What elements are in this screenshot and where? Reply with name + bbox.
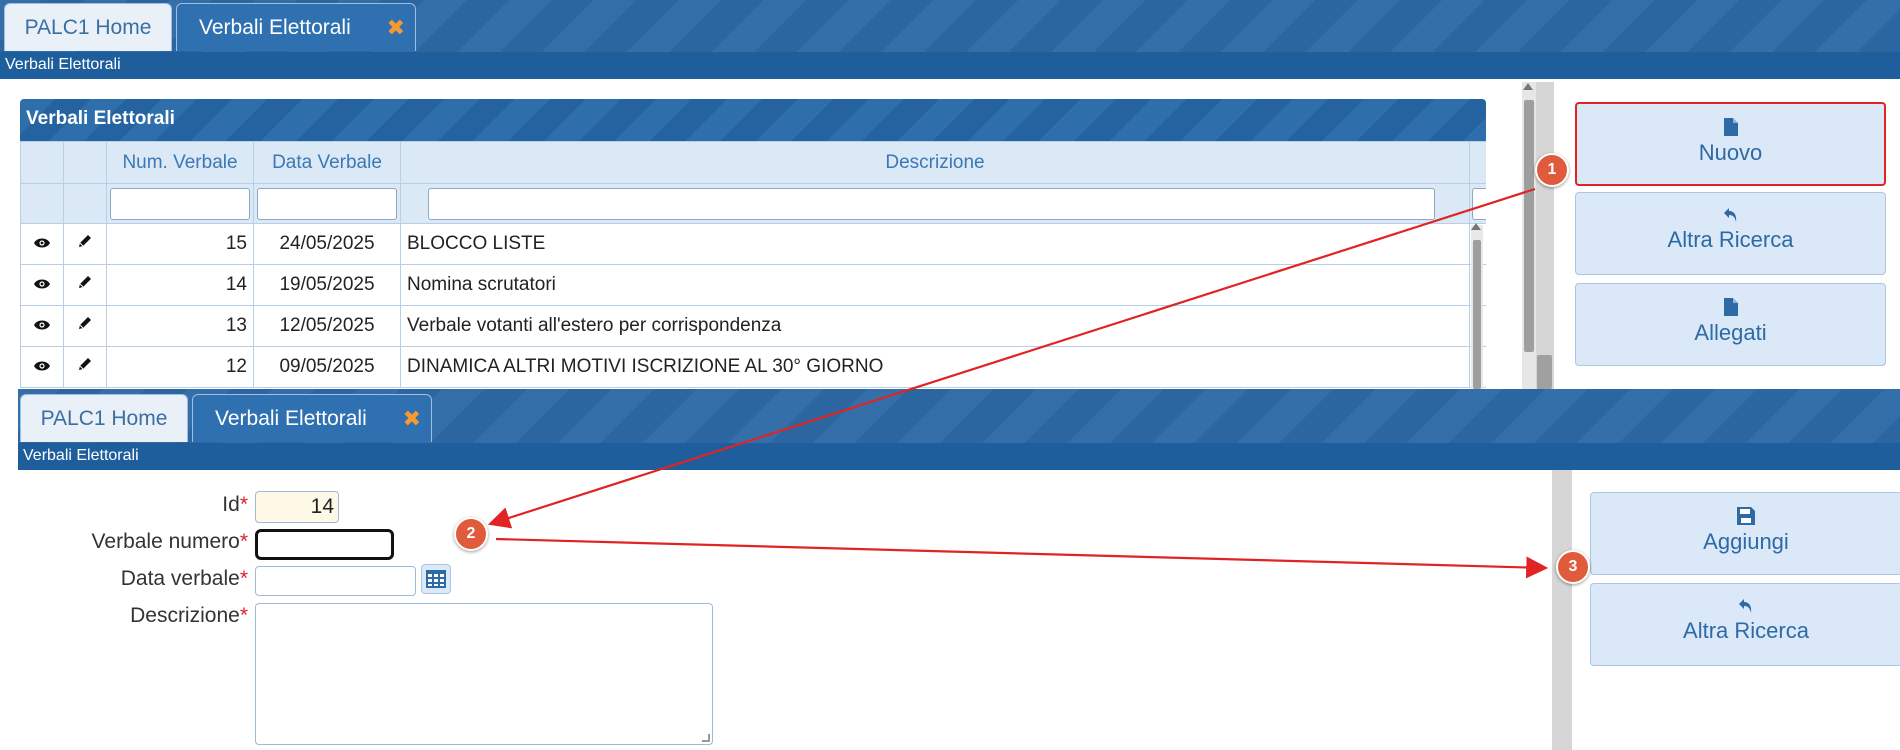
annotation-step-1-badge: 1 xyxy=(1535,153,1569,187)
annotation-step-2-badge: 2 xyxy=(454,517,488,551)
annotation-step-3-badge: 3 xyxy=(1556,550,1590,584)
annotation-arrows xyxy=(487,187,1549,579)
annotation-arrow-2-to-3 xyxy=(495,537,1549,579)
annotation-arrow-1-to-2 xyxy=(487,187,1536,529)
